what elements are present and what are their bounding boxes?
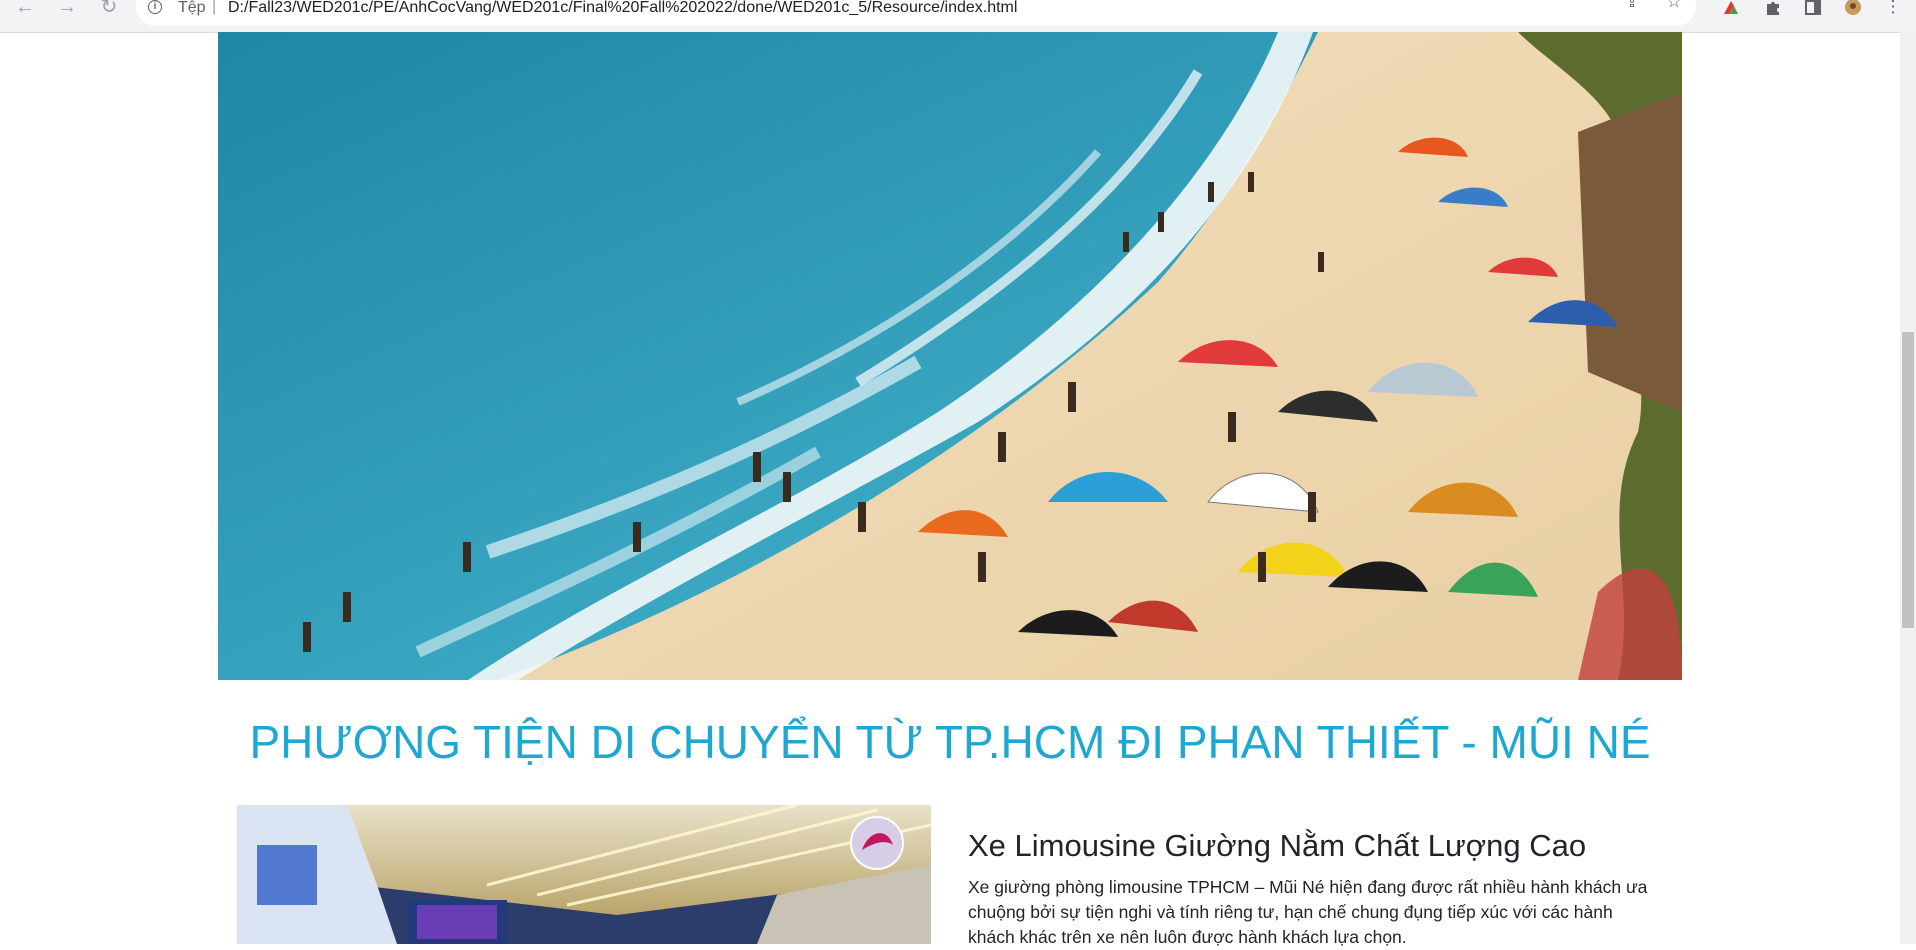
hero-beach-image	[218, 32, 1682, 680]
address-url[interactable]: D:/Fall23/WED201c/PE/AnhCocVang/WED201c/…	[228, 0, 1017, 17]
puzzle-extensions-icon[interactable]	[1762, 0, 1784, 20]
share-icon[interactable]: ⇪	[1622, 0, 1642, 10]
card-title: Xe Limousine Giường Nằm Chất Lượng Cao	[968, 828, 1587, 863]
extension-logo-icon[interactable]	[1720, 0, 1742, 20]
page-scrollbar-thumb[interactable]	[1902, 332, 1914, 628]
card-description: Xe giường phòng limousine TPHCM – Mũi Né…	[968, 877, 1648, 947]
site-info-icon[interactable]: i	[148, 0, 162, 14]
address-separator: |	[212, 0, 217, 15]
back-arrow-icon[interactable]: ←	[10, 0, 40, 20]
section-title: PHƯƠNG TIỆN DI CHUYỂN TỪ TP.HCM ĐI PHAN …	[249, 716, 1651, 768]
side-panel-icon[interactable]	[1802, 0, 1824, 20]
profile-avatar-icon[interactable]	[1842, 0, 1864, 20]
bookmark-star-icon[interactable]: ☆	[1664, 0, 1684, 10]
browser-toolbar: ← → ↻ i Tệp | D:/Fall23/WED201c/PE/AnhCo…	[0, 0, 1916, 33]
address-bar[interactable]: i Tệp | D:/Fall23/WED201c/PE/AnhCocVang/…	[136, 0, 1696, 26]
reload-icon[interactable]: ↻	[94, 0, 124, 20]
more-menu-icon[interactable]: ⋮	[1882, 0, 1904, 20]
limousine-bus-interior-image	[237, 805, 931, 944]
address-scheme-label: Tệp	[178, 0, 206, 16]
forward-arrow-icon[interactable]: →	[52, 0, 82, 20]
